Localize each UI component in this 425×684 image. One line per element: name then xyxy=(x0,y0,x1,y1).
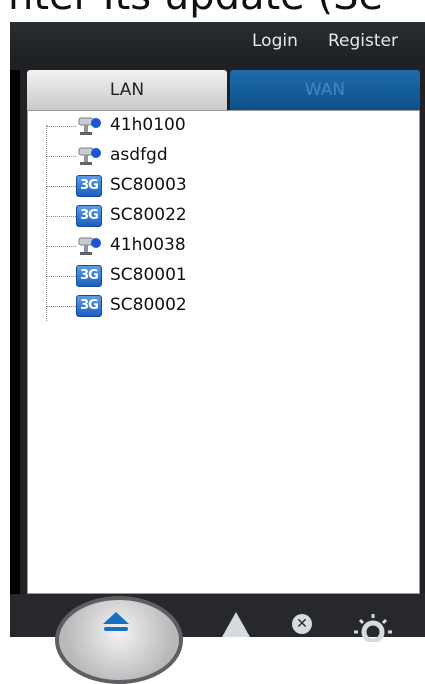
3g-icon: 3G xyxy=(76,265,102,287)
device-name: asdfgd xyxy=(110,145,168,165)
device-name: SC80001 xyxy=(110,265,187,285)
device-tree: 41h0100 asdfgd 3G SC80003 3G SC80022 41h0038 3G… xyxy=(27,110,420,594)
3g-icon: 3G xyxy=(76,205,102,227)
device-item[interactable]: 41h0100 xyxy=(46,113,346,139)
up-triangle-icon[interactable] xyxy=(222,612,250,637)
tree-branch xyxy=(46,216,76,217)
tree-branch xyxy=(46,276,76,277)
tree-branch xyxy=(46,246,76,247)
tree-branch xyxy=(46,186,76,187)
left-edge-strip xyxy=(10,70,20,637)
tab-lan[interactable]: LAN xyxy=(27,70,227,110)
device-name: SC80003 xyxy=(110,175,187,195)
3g-icon: 3G xyxy=(76,295,102,317)
device-name: SC80002 xyxy=(110,295,187,315)
ptz-up-arrow-icon[interactable] xyxy=(103,612,129,624)
device-item[interactable]: 3G SC80003 xyxy=(46,173,346,199)
camera-icon xyxy=(76,115,102,137)
camera-icon xyxy=(76,145,102,167)
device-name: 41h0038 xyxy=(110,235,186,255)
device-item[interactable]: 41h0038 xyxy=(46,233,346,259)
light-icon[interactable] xyxy=(352,612,394,644)
camera-icon xyxy=(76,235,102,257)
tab-wan[interactable]: WAN xyxy=(230,70,420,110)
tree-branch xyxy=(46,156,76,157)
login-link[interactable]: Login xyxy=(252,31,298,51)
ptz-up-arrow-base xyxy=(104,627,128,631)
device-name: SC80022 xyxy=(110,205,187,225)
tree-branch xyxy=(46,306,76,307)
register-link[interactable]: Register xyxy=(328,31,398,51)
device-item[interactable]: 3G SC80022 xyxy=(46,203,346,229)
device-item[interactable]: 3G SC80002 xyxy=(46,293,346,319)
device-item[interactable]: asdfgd xyxy=(46,143,346,169)
header-bar: Login Register xyxy=(10,22,425,64)
cropped-top-text: nter Its update (Se xyxy=(0,0,425,22)
tree-branch xyxy=(46,126,76,127)
device-item[interactable]: 3G SC80001 xyxy=(46,263,346,289)
device-name: 41h0100 xyxy=(110,115,186,135)
ptz-control-ring[interactable] xyxy=(55,596,183,684)
close-icon[interactable]: ✕ xyxy=(292,614,312,634)
3g-icon: 3G xyxy=(76,175,102,197)
